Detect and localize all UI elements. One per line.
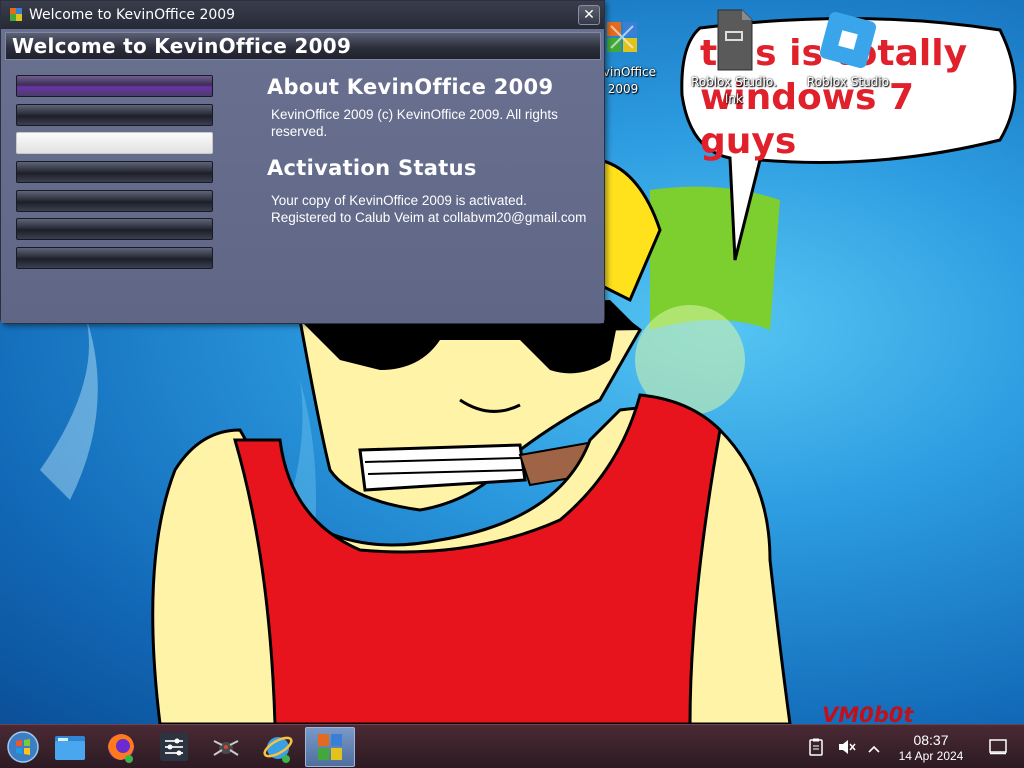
mouth-drawing — [358, 443, 527, 492]
sidebar-button-2[interactable] — [16, 104, 213, 126]
sidebar-button-1[interactable] — [16, 75, 213, 97]
window-titlebar[interactable]: Welcome to KevinOffice 2009 ✕ — [1, 1, 604, 29]
window-body: Welcome to KevinOffice 2009 About KevinO… — [1, 29, 604, 323]
about-title: About KevinOffice 2009 — [267, 75, 554, 99]
clock-date[interactable]: 14 Apr 2024 — [889, 749, 973, 763]
taskbar-settings[interactable] — [151, 727, 197, 767]
about-text-2: reserved. — [271, 124, 328, 139]
roblox-studio-icon — [819, 11, 877, 69]
kevinoffice-icon — [318, 734, 342, 760]
internet-explorer-icon — [263, 736, 293, 763]
windows-orb-icon — [7, 731, 39, 763]
welcome-window[interactable]: Welcome to KevinOffice 2009 ✕ Welcome to… — [0, 0, 605, 324]
window-title: Welcome to KevinOffice 2009 — [29, 7, 236, 23]
kevinoffice-icon — [10, 8, 22, 21]
sidebar-button-3[interactable] — [16, 132, 213, 154]
desktop-icon-label: Roblox Studio — [806, 75, 890, 89]
taskbar-bug-app[interactable] — [203, 727, 249, 767]
activation-text-1: Your copy of KevinOffice 2009 is activat… — [271, 193, 527, 208]
show-hidden-icons-chevron-icon[interactable] — [867, 740, 881, 753]
sliders-icon — [160, 733, 188, 761]
firefox-icon — [108, 734, 134, 763]
close-icon: ✕ — [583, 7, 595, 23]
close-button[interactable]: ✕ — [578, 5, 600, 25]
kevinoffice-icon — [607, 22, 637, 52]
desktop-icon-label: Roblox Studio. — [691, 75, 777, 89]
desktop-icon-roblox-shortcut[interactable]: Roblox Studio. lnk — [689, 8, 779, 108]
activation-title: Activation Status — [267, 156, 477, 180]
windows-flag-shape — [650, 186, 780, 330]
sidebar-button-4[interactable] — [16, 161, 213, 183]
sidebar-button-7[interactable] — [16, 247, 213, 269]
shortcut-file-icon — [717, 9, 753, 71]
start-button[interactable] — [0, 727, 46, 767]
taskbar-file-manager[interactable] — [47, 727, 93, 767]
bug-icon — [213, 740, 239, 756]
taskbar-ie[interactable] — [255, 727, 301, 767]
desktop-icon-roblox-studio[interactable]: Roblox Studio — [803, 8, 893, 91]
about-text-1: KevinOffice 2009 (c) KevinOffice 2009. A… — [271, 107, 558, 122]
clock-time[interactable]: 08:37 — [896, 733, 966, 748]
clipboard-tray-icon[interactable] — [808, 738, 824, 756]
taskbar-kevinoffice[interactable] — [305, 727, 355, 767]
show-desktop-icon[interactable] — [989, 739, 1007, 755]
sidebar-button-6[interactable] — [16, 218, 213, 240]
desktop-icon-label-2: lnk — [725, 92, 743, 106]
volume-muted-icon[interactable] — [837, 738, 857, 756]
signature-text: VM0b0t — [822, 703, 914, 724]
folder-icon — [55, 736, 85, 760]
activation-text-2: Registered to Calub Veim at collabvm20@g… — [271, 210, 587, 225]
taskbar: 08:37 14 Apr 2024 — [0, 724, 1024, 768]
taskbar-firefox[interactable] — [98, 727, 144, 767]
window-header: Welcome to KevinOffice 2009 — [5, 32, 601, 60]
sidebar-button-5[interactable] — [16, 190, 213, 212]
